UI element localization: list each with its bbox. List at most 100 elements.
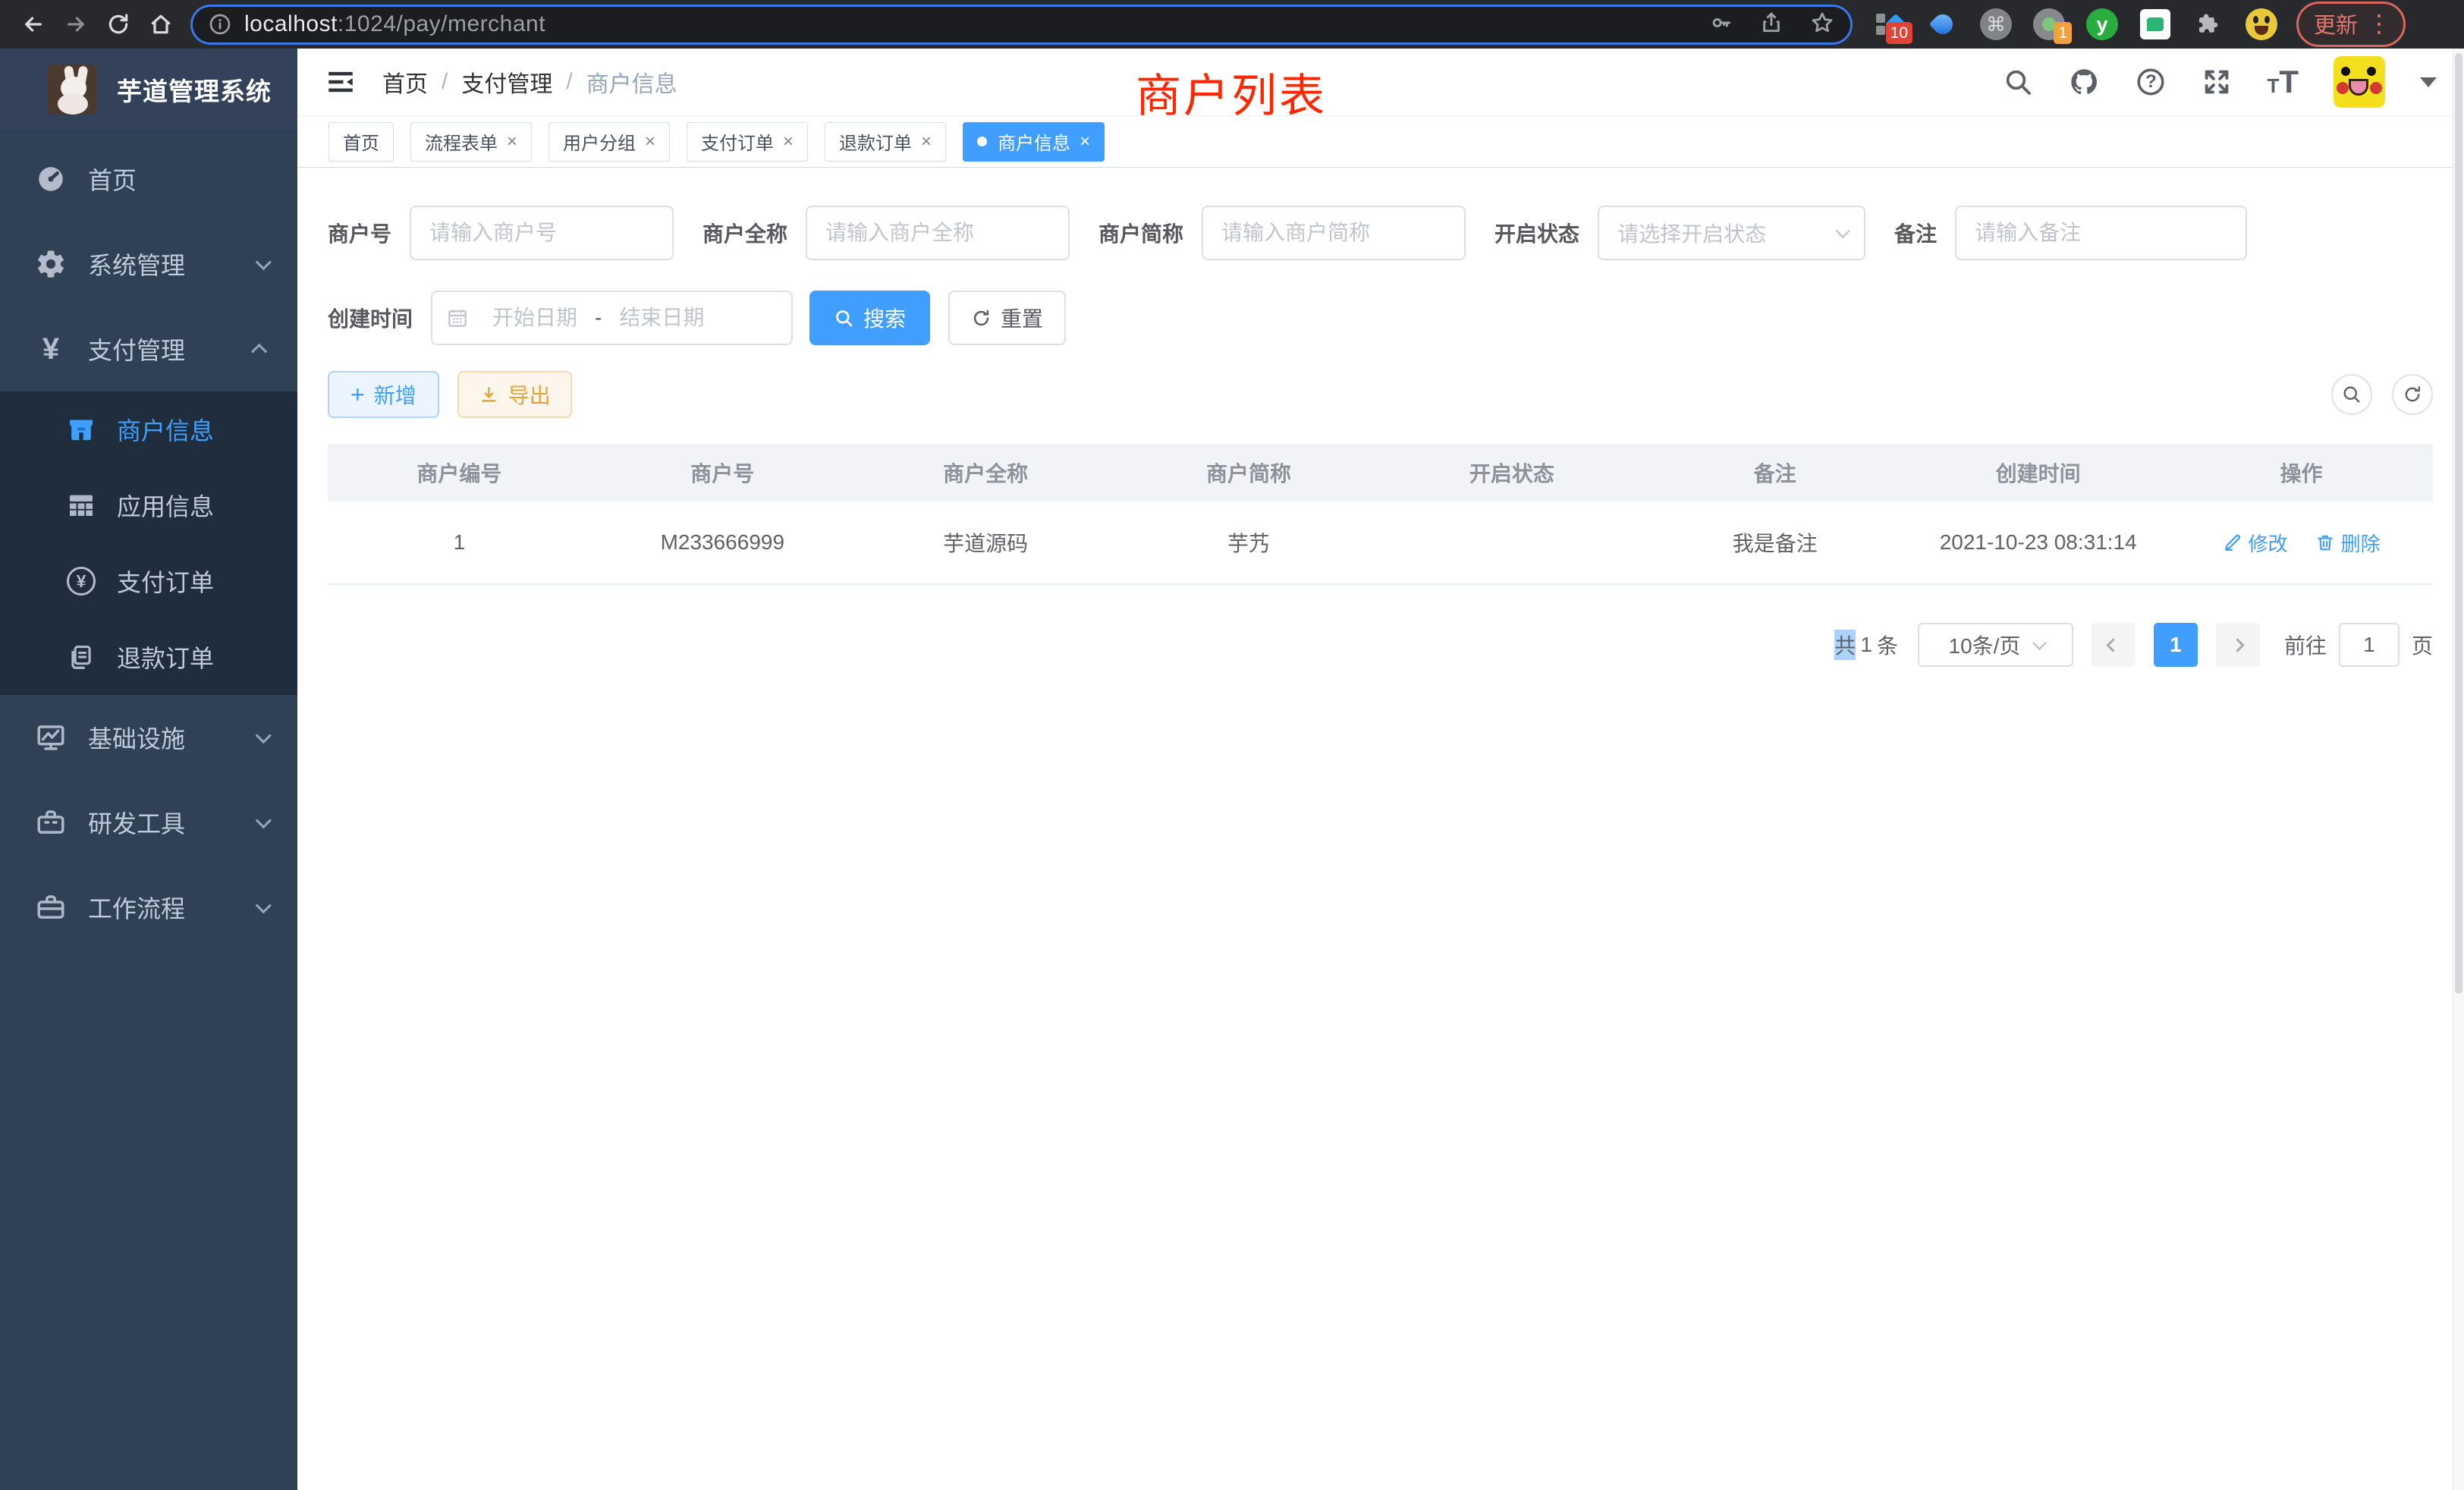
plus-icon: + (350, 382, 365, 407)
sidebar-item-refund-order[interactable]: 退款订单 (0, 619, 297, 695)
extension-kite-icon[interactable] (1926, 8, 1960, 41)
payment-submenu: 商户信息 应用信息 ¥ 支付订单 (0, 391, 297, 695)
search-icon[interactable] (2003, 67, 2033, 97)
share-icon[interactable] (1759, 11, 1784, 39)
extension-proxy-icon[interactable]: 1 (2032, 8, 2066, 41)
prev-page-button[interactable] (2092, 623, 2136, 667)
calendar-icon (446, 306, 469, 329)
help-icon[interactable]: ? (2135, 66, 2167, 98)
fullscreen-icon[interactable] (2202, 67, 2232, 97)
tab-user-group[interactable]: 用户分组× (548, 122, 670, 162)
create-time-label: 创建时间 (328, 303, 413, 333)
merchant-no-label: 商户号 (328, 218, 391, 248)
sidebar-item-workflow[interactable]: 工作流程 (0, 865, 297, 950)
add-button[interactable]: + 新增 (328, 371, 439, 418)
breadcrumb: 首页 / 支付管理 / 商户信息 (382, 65, 677, 99)
collapse-sidebar-icon[interactable] (325, 66, 357, 98)
font-size-icon[interactable]: TT (2267, 68, 2299, 96)
page-size-select[interactable]: 10条/页 (1918, 623, 2073, 667)
close-icon[interactable]: × (507, 131, 517, 152)
sidebar-menu: 首页 系统管理 ¥ 支付管理 (0, 137, 297, 950)
close-icon[interactable]: × (783, 131, 794, 152)
cell-short-name: 芋艿 (1117, 527, 1381, 558)
extension-y-icon[interactable]: y (2085, 8, 2119, 41)
app-logo: 芋道管理系统 (0, 49, 297, 130)
merchant-no-input[interactable] (410, 206, 674, 260)
search-button[interactable]: 搜索 (809, 291, 930, 345)
red-annotation-text: 商户列表 (1136, 59, 1327, 125)
sidebar-item-home[interactable]: 首页 (0, 137, 297, 222)
chevron-down-icon (256, 254, 272, 270)
short-name-input[interactable] (1202, 206, 1466, 260)
start-date-input[interactable] (475, 306, 595, 330)
reload-icon[interactable] (97, 5, 140, 44)
url-bar[interactable]: localhost:1024/pay/merchant (193, 7, 1850, 42)
remark-input[interactable] (1955, 206, 2247, 260)
toolbox-icon (33, 806, 68, 838)
edit-button[interactable]: 修改 (2223, 529, 2288, 557)
tab-merchant-info[interactable]: 商户信息× (963, 122, 1105, 162)
user-menu-caret-icon[interactable] (2420, 77, 2437, 87)
forward-icon[interactable] (55, 5, 97, 44)
date-range-picker[interactable]: - (431, 291, 793, 345)
table-row: 1 M233666999 芋道源码 芋艿 我是备注 2021-10-23 08:… (328, 501, 2433, 585)
home-icon[interactable] (140, 5, 182, 44)
back-icon[interactable] (12, 5, 55, 44)
extension-command-icon[interactable]: ⌘ (1979, 8, 2013, 41)
extensions-puzzle-icon[interactable] (2192, 8, 2225, 41)
main-area: 首页 / 支付管理 / 商户信息 商户列表 ? (297, 49, 2464, 1490)
close-icon[interactable]: × (921, 131, 932, 152)
reset-button[interactable]: 重置 (948, 291, 1066, 345)
sidebar-item-payment[interactable]: ¥ 支付管理 (0, 306, 297, 391)
extension-chat-icon[interactable] (2139, 8, 2172, 41)
tab-pay-order[interactable]: 支付订单× (687, 122, 808, 162)
sidebar-item-infrastructure[interactable]: 基础设施 (0, 695, 297, 780)
status-select[interactable]: 请选择开启状态 (1598, 206, 1865, 260)
chevron-down-icon (256, 813, 272, 828)
full-name-input[interactable] (806, 206, 1070, 260)
breadcrumb-home[interactable]: 首页 (382, 65, 428, 99)
pagination-total: 共1条 (1834, 630, 1898, 660)
url-path: :1024/pay/merchant (338, 11, 545, 36)
page-1-button[interactable]: 1 (2154, 623, 2198, 667)
browser-profile-avatar[interactable] (2245, 8, 2278, 41)
password-key-icon[interactable] (1709, 11, 1733, 39)
pagination: 共1条 10条/页 1 前往 页 (328, 623, 2433, 712)
yen-icon: ¥ (33, 334, 68, 364)
breadcrumb-payment[interactable]: 支付管理 (461, 65, 552, 99)
filter-row-1: 商户号 商户全称 商户简称 开启状态 请选择开启状态 (328, 206, 2433, 260)
tab-home[interactable]: 首页 (328, 122, 394, 162)
sidebar-item-merchant-info[interactable]: 商户信息 (0, 391, 297, 467)
shop-icon (65, 414, 97, 445)
sidebar-item-dev-tools[interactable]: 研发工具 (0, 780, 297, 865)
bookmark-star-icon[interactable] (1809, 10, 1835, 39)
sidebar-item-system[interactable]: 系统管理 (0, 222, 297, 306)
toggle-search-button[interactable] (2331, 374, 2372, 415)
sidebar-item-pay-order[interactable]: ¥ 支付订单 (0, 543, 297, 619)
tab-process-form[interactable]: 流程表单× (410, 122, 532, 162)
export-button[interactable]: 导出 (457, 371, 572, 418)
goto-page-input[interactable] (2339, 623, 2400, 667)
close-icon[interactable]: × (645, 131, 655, 152)
url-host: localhost (244, 11, 338, 36)
merchant-table: 商户编号 商户号 商户全称 商户简称 开启状态 备注 创建时间 操作 1 M23… (328, 444, 2433, 585)
user-avatar[interactable] (2334, 56, 2385, 108)
tab-refund-order[interactable]: 退款订单× (825, 122, 946, 162)
chevron-down-icon (1836, 224, 1850, 237)
url-text: localhost:1024/pay/merchant (244, 11, 545, 37)
browser-toolbar: localhost:1024/pay/merchant 10 ⌘ (0, 0, 2464, 49)
delete-button[interactable]: 删除 (2315, 529, 2381, 557)
dashboard-icon (33, 163, 68, 195)
briefcase-icon (33, 891, 68, 923)
scrollbar-thumb[interactable] (2455, 53, 2462, 994)
page-scrollbar[interactable] (2453, 49, 2464, 1490)
refresh-button[interactable] (2392, 374, 2433, 415)
next-page-button[interactable] (2216, 623, 2260, 667)
extension-diamond-icon[interactable]: 10 (1873, 8, 1906, 41)
end-date-input[interactable] (602, 306, 721, 330)
browser-update-button[interactable]: 更新 ⋮ (2296, 2, 2406, 47)
sidebar-item-app-info[interactable]: 应用信息 (0, 467, 297, 543)
site-info-icon[interactable] (208, 12, 232, 36)
close-icon[interactable]: × (1080, 131, 1090, 152)
github-icon[interactable] (2068, 66, 2100, 98)
